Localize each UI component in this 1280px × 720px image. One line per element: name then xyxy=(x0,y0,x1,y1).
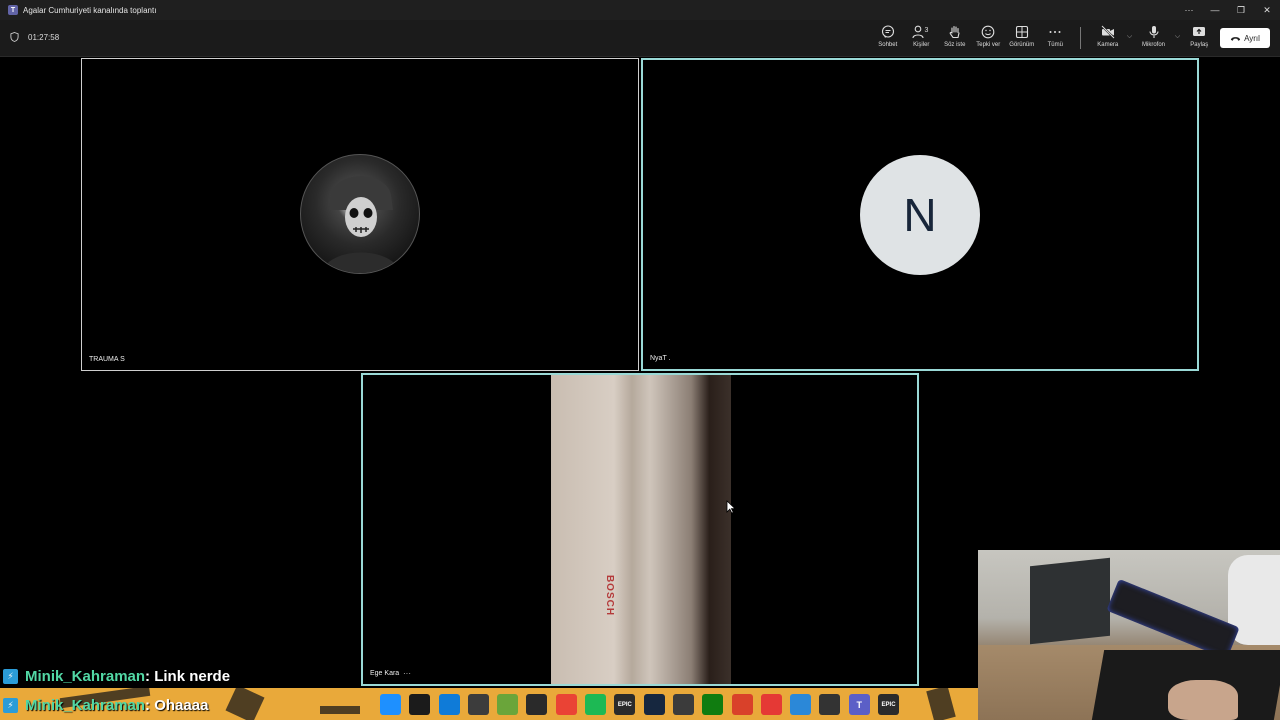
epic-launcher-icon[interactable]: EPIC xyxy=(878,694,900,715)
camera-off-icon xyxy=(1101,25,1115,39)
stream-chat-message: ⚡ Minik_Kahraman : Ohaaaa xyxy=(3,695,208,715)
taskbar-wallpaper-shape xyxy=(320,706,360,714)
gamepad-icon[interactable] xyxy=(497,694,519,715)
camera-options-chevron-icon[interactable]: ⌵ xyxy=(1125,33,1135,41)
more-button[interactable]: Tümü xyxy=(1039,25,1073,48)
hand-icon xyxy=(949,25,960,39)
camera-label: Kamera xyxy=(1097,42,1119,48)
webcam-hand xyxy=(1168,680,1238,720)
chat-button[interactable]: Sohbet xyxy=(871,25,905,48)
participant-tile-ege[interactable]: BOSCH Ege Kara ··· xyxy=(361,373,919,686)
youtube-icon[interactable] xyxy=(760,694,782,715)
teams-app-icon: T xyxy=(8,5,18,15)
chat-username: Minik_Kahraman xyxy=(25,667,146,685)
skull-soldier-icon xyxy=(321,176,401,273)
ea-icon[interactable] xyxy=(731,694,753,715)
mic-button[interactable]: Mikrofon xyxy=(1135,25,1173,48)
window-title: Agalar Cumhuriyeti kanalında toplantı xyxy=(23,5,157,15)
react-label: Tepki ver xyxy=(976,42,1001,48)
close-button[interactable]: ✕ xyxy=(1254,0,1280,20)
video-brand-text: BOSCH xyxy=(604,574,616,617)
people-button[interactable]: 3 Kişiler xyxy=(905,25,939,48)
stream-chat-message: ⚡ Minik_Kahraman : Link nerde xyxy=(3,666,230,686)
participant-more-button[interactable]: ··· xyxy=(403,669,411,678)
taskbar-wallpaper-shape xyxy=(225,688,265,720)
teams-icon[interactable]: T xyxy=(848,694,870,715)
ellipsis-icon xyxy=(1049,31,1061,33)
window-titlebar: T Agalar Cumhuriyeti kanalında toplantı … xyxy=(0,0,1280,20)
chat-text: : Link nerde xyxy=(145,667,231,685)
shield-icon xyxy=(10,32,19,42)
people-label: Kişiler xyxy=(913,42,930,48)
search-icon[interactable] xyxy=(409,694,431,715)
nvidia-icon[interactable] xyxy=(467,694,489,715)
xbox-icon[interactable] xyxy=(702,694,724,715)
grid-icon xyxy=(1015,25,1028,39)
chat-username: Minik_Kahraman xyxy=(25,696,146,714)
steam-icon[interactable] xyxy=(643,694,665,715)
streamer-webcam xyxy=(978,550,1280,720)
chat-text: : Ohaaaa xyxy=(145,696,209,714)
settings-icon[interactable] xyxy=(790,694,812,715)
microphone-icon xyxy=(1148,26,1159,38)
more-label: Tümü xyxy=(1047,42,1063,48)
window-more-button[interactable]: ··· xyxy=(1176,0,1202,20)
camera-button[interactable]: Kamera xyxy=(1091,25,1125,48)
epic-games-icon[interactable]: EPIC xyxy=(614,694,636,715)
timer-text: 01:27:58 xyxy=(28,32,60,42)
participant-tile-trauma[interactable]: TRAUMA S xyxy=(81,58,639,371)
meeting-timer: 01:27:58 xyxy=(10,32,59,42)
hang-up-icon xyxy=(1230,36,1241,41)
participant-tile-nyat[interactable]: N NyaT . xyxy=(641,58,1199,371)
windows-start-icon[interactable] xyxy=(380,694,401,715)
meeting-toolbar: 01:27:58 Sohbet 3 Kişiler Söz iste Tepki… xyxy=(0,20,1280,57)
participant-name: TRAUMA S xyxy=(89,356,125,363)
view-label: Görünüm xyxy=(1009,42,1035,48)
participant-name: NyaT . xyxy=(650,355,671,362)
view-button[interactable]: Görünüm xyxy=(1005,25,1039,48)
leave-button[interactable]: Ayrıl xyxy=(1220,28,1270,48)
chat-icon xyxy=(881,25,894,38)
chat-user-badge-icon: ⚡ xyxy=(3,668,18,684)
people-icon: 3 xyxy=(912,25,929,39)
leave-label: Ayrıl xyxy=(1244,33,1260,43)
taskbar-icons: EPIC T EPIC xyxy=(380,694,907,715)
minimize-button[interactable]: — xyxy=(1202,0,1228,20)
taskbar-wallpaper-shape xyxy=(926,688,956,720)
raise-hand-label: Söz iste xyxy=(944,42,966,48)
react-button[interactable]: Tepki ver xyxy=(972,25,1006,48)
toolbar-controls: Sohbet 3 Kişiler Söz iste Tepki ver Görü… xyxy=(871,25,1270,53)
chrome-icon[interactable] xyxy=(555,694,577,715)
toolbar-divider xyxy=(1080,27,1081,49)
mouse-cursor-icon xyxy=(726,500,736,514)
participant-video-feed: BOSCH xyxy=(551,375,731,684)
ubisoft-icon[interactable] xyxy=(672,694,694,715)
share-label: Paylaş xyxy=(1190,42,1209,48)
chat-user-badge-icon: ⚡ xyxy=(3,697,18,713)
participant-avatar-photo xyxy=(300,154,420,274)
edge-icon[interactable] xyxy=(438,694,460,715)
chat-label: Sohbet xyxy=(878,42,898,48)
people-count: 3 xyxy=(925,27,929,34)
opera-icon[interactable] xyxy=(526,694,548,715)
raise-hand-button[interactable]: Söz iste xyxy=(938,25,972,48)
participant-name: Ege Kara xyxy=(370,670,400,677)
participant-avatar-initial: N xyxy=(860,155,980,275)
spotify-icon[interactable] xyxy=(585,694,607,715)
mic-label: Mikrofon xyxy=(1141,42,1165,48)
smiley-icon xyxy=(981,25,995,39)
obs-icon[interactable] xyxy=(819,694,841,715)
share-button[interactable]: Paylaş xyxy=(1183,25,1217,48)
share-screen-icon xyxy=(1193,27,1206,36)
restore-button[interactable]: ❐ xyxy=(1228,0,1254,20)
mic-options-chevron-icon[interactable]: ⌵ xyxy=(1173,33,1183,41)
webcam-monitor xyxy=(1030,557,1110,645)
